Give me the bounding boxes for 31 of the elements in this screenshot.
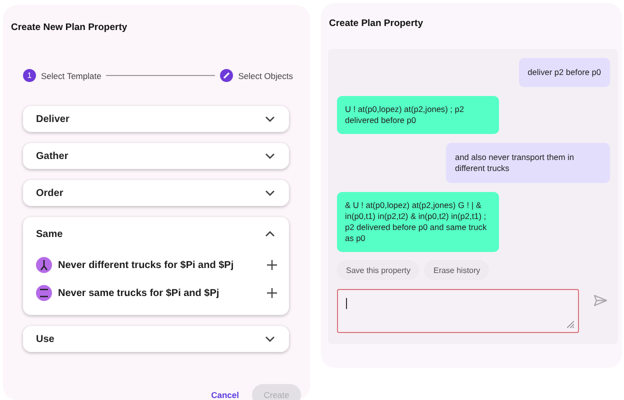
- expand-icon[interactable]: [265, 116, 275, 122]
- action-chip[interactable]: Save this property: [337, 260, 420, 280]
- accordion-header[interactable]: Gather: [23, 143, 289, 169]
- accordion-header[interactable]: Same: [23, 217, 289, 251]
- step-label: Select Template: [41, 70, 102, 80]
- add-icon[interactable]: [267, 288, 277, 298]
- accordion-header[interactable]: Order: [23, 180, 289, 206]
- template-name: Never same trucks for $Pi and $Pj: [58, 288, 220, 298]
- template-name: Never different trucks for $Pi and $Pj: [58, 260, 235, 270]
- user-message: and also never transport them in different trucks: [446, 143, 610, 183]
- dialog-title: Create New Plan Property: [10, 22, 128, 33]
- merge-icon: [36, 257, 52, 273]
- expand-icon[interactable]: [265, 336, 275, 342]
- add-icon[interactable]: [267, 260, 277, 270]
- message-input[interactable]: [337, 289, 579, 333]
- step-label: Select Objects: [238, 70, 293, 80]
- pencil-icon: [220, 69, 234, 82]
- bot-message: U ! at(p0,lopez) at(p2,jones) ; p2 delivered before p0: [337, 96, 499, 134]
- panel-title: Create Plan Property: [328, 18, 424, 29]
- bot-message: & U ! at(p0,lopez) at(p2,jones) G ! | & in(p0,t1) in(p2,t2) & in(p0,t2) in(p2,t1) ; p2 delivered before p0 and same truck as p0: [337, 192, 499, 252]
- user-message: deliver p2 before p0: [518, 58, 610, 87]
- expand-icon[interactable]: [265, 153, 275, 159]
- accordion-header[interactable]: Deliver: [23, 106, 289, 132]
- action-chip[interactable]: Erase history: [424, 260, 490, 280]
- equals-icon: [36, 285, 52, 301]
- resize-handle-icon[interactable]: [567, 321, 574, 328]
- cancel-button[interactable]: Cancel: [211, 390, 239, 400]
- collapse-icon[interactable]: [265, 231, 275, 237]
- accordion-header[interactable]: Use: [23, 326, 289, 352]
- step-number: 1: [23, 69, 36, 82]
- expand-icon[interactable]: [265, 190, 275, 196]
